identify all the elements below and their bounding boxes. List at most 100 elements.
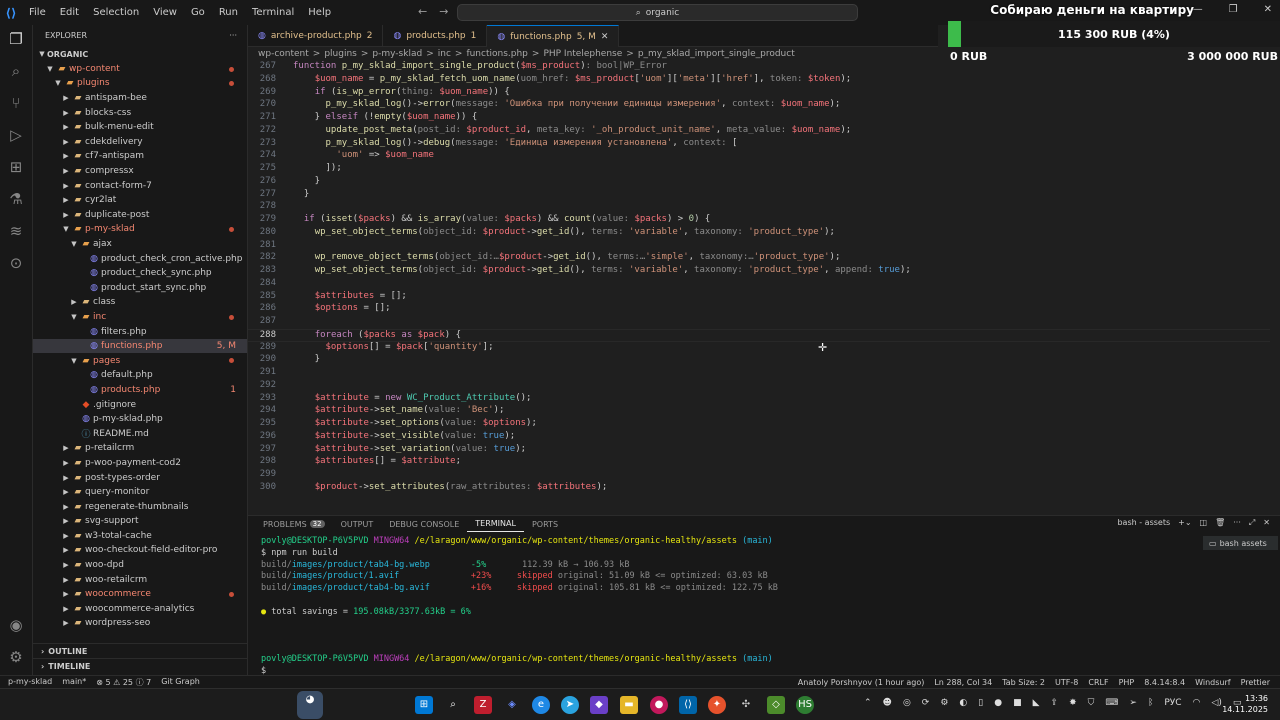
postman-icon[interactable]: ✦	[708, 696, 726, 714]
folder-svg-support[interactable]: ▶ ▰ svg-support	[33, 514, 247, 529]
taskbar-clock[interactable]: 13:36 14.11.2025	[1222, 693, 1268, 715]
extensions-icon[interactable]: ⊞	[6, 157, 26, 177]
menu-item-file[interactable]: File	[22, 7, 53, 18]
windows-start-icon[interactable]: ⊞	[415, 696, 433, 714]
git-gui-icon[interactable]: ◇	[767, 696, 785, 714]
menu-item-terminal[interactable]: Terminal	[245, 7, 301, 18]
breadcrumb-item[interactable]: p_my_sklad_import_single_product	[638, 49, 795, 59]
folder-query-monitor[interactable]: ▶ ▰ query-monitor	[33, 485, 247, 500]
folder-contact-form-7[interactable]: ▶ ▰ contact-form-7	[33, 178, 247, 193]
status-item-right[interactable]: 8.4.14:8.4	[1144, 678, 1185, 687]
file-explorer-icon[interactable]: ▬	[620, 696, 638, 714]
breadcrumb-item[interactable]: p-my-sklad	[372, 49, 422, 59]
panel-tab-output[interactable]: OUTPUT	[333, 516, 382, 532]
folder-cf7-antispam[interactable]: ▶ ▰ cf7-antispam	[33, 149, 247, 164]
antivirus-icon[interactable]: ✸	[1069, 698, 1077, 708]
folder-woo-dpd[interactable]: ▶ ▰ woo-dpd	[33, 558, 247, 573]
status-item-right[interactable]: Ln 288, Col 34	[934, 678, 992, 687]
source-control-icon[interactable]: ⑂	[6, 93, 26, 113]
kill-terminal-icon[interactable]: 🗑	[1215, 518, 1225, 528]
new-terminal-icon[interactable]: +⌄	[1178, 518, 1191, 528]
folder-wordpress-seo[interactable]: ▶ ▰ wordpress-seo	[33, 616, 247, 631]
account-icon[interactable]: ◉	[6, 615, 26, 635]
file-filters.php[interactable]: ◍ filters.php	[33, 324, 247, 339]
status-item-right[interactable]: Anatoly Porshnyov (1 hour ago)	[798, 678, 925, 687]
folder-pages[interactable]: ▼ ▰ pages	[33, 353, 247, 368]
file-functions.php[interactable]: ◍ functions.php 5, M	[33, 338, 247, 354]
status-item-right[interactable]: PHP	[1119, 678, 1135, 687]
explorer-icon[interactable]: ❐	[6, 29, 26, 49]
volume-icon[interactable]: ◁)	[1211, 698, 1221, 708]
status-item-left[interactable]: Git Graph	[161, 677, 200, 688]
discord-icon[interactable]: ☻	[883, 698, 892, 708]
app-tray-icon[interactable]: ■	[1013, 698, 1022, 708]
command-center-search[interactable]: ⌕ organic	[457, 4, 858, 21]
more-actions-icon[interactable]: ···	[229, 31, 237, 40]
terminal-list-item[interactable]: ▭ bash assets	[1203, 536, 1278, 550]
file-products.php[interactable]: ◍ products.php 1	[33, 383, 247, 398]
menu-item-edit[interactable]: Edit	[53, 7, 86, 18]
terminal-output[interactable]: povly@DESKTOP-P6V5PVD MINGW64 /e/laragon…	[261, 536, 1181, 678]
edge-icon[interactable]: e	[532, 696, 550, 714]
folder-woocommerce[interactable]: ▶ ▰ woocommerce	[33, 587, 247, 602]
breadcrumb-item[interactable]: inc	[438, 49, 451, 59]
breadcrumb-item[interactable]: functions.php	[466, 49, 527, 59]
menu-item-run[interactable]: Run	[212, 7, 245, 18]
close-panel-icon[interactable]: ✕	[1263, 518, 1270, 528]
file-product_check_cron_active.php[interactable]: ◍ product_check_cron_active.php	[33, 251, 247, 266]
upload-icon[interactable]: ⇪	[1051, 698, 1059, 708]
breadcrumb-item[interactable]: wp-content	[258, 49, 309, 59]
bluetooth-icon[interactable]: ᛒ	[1148, 698, 1153, 708]
nvidia-icon[interactable]: ◣	[1033, 698, 1040, 708]
folder-wp-content[interactable]: ▼ ▰ wp-content	[33, 62, 247, 77]
folder-cdekdelivery[interactable]: ▶ ▰ cdekdelivery	[33, 135, 247, 150]
settings-icon[interactable]: ⚙	[940, 698, 948, 708]
remote-explorer-icon[interactable]: ⊙	[6, 253, 26, 273]
vpn-icon[interactable]: ◈	[503, 696, 521, 714]
code-editor[interactable]: 267 function p_my_sklad_import_single_pro…	[248, 61, 1280, 511]
wifi-icon[interactable]: ◠	[1193, 698, 1201, 708]
status-item-right[interactable]: UTF-8	[1055, 678, 1078, 687]
app-icon[interactable]: ✣	[737, 696, 755, 714]
folder-cyr2lat[interactable]: ▶ ▰ cyr2lat	[33, 193, 247, 208]
wsl-icon[interactable]: ≋	[6, 221, 26, 241]
obsidian-icon[interactable]: ◆	[590, 696, 608, 714]
folder-post-types-order[interactable]: ▶ ▰ post-types-order	[33, 470, 247, 485]
send-icon[interactable]: ➢	[1129, 698, 1137, 708]
workspace-root[interactable]: ▼ ORGANIC	[33, 47, 247, 62]
folder-bulk-menu-edit[interactable]: ▶ ▰ bulk-menu-edit	[33, 120, 247, 135]
status-item-left[interactable]: main*	[62, 677, 86, 688]
sync-icon[interactable]: ⟳	[922, 698, 930, 708]
tab-archive-product.php[interactable]: ◍ archive-product.php 2	[248, 25, 384, 47]
status-item-right[interactable]: CRLF	[1088, 678, 1108, 687]
testing-icon[interactable]: ⚗	[6, 189, 26, 209]
back-arrow-icon[interactable]: ←	[418, 5, 439, 18]
folder-w3-total-cache[interactable]: ▶ ▰ w3-total-cache	[33, 529, 247, 544]
folder-class[interactable]: ▶ ▰ class	[33, 295, 247, 310]
folder-woo-retailcrm[interactable]: ▶ ▰ woo-retailcrm	[33, 572, 247, 587]
file-product_check_sync.php[interactable]: ◍ product_check_sync.php	[33, 266, 247, 281]
outline-section[interactable]: › OUTLINE	[33, 643, 247, 658]
terminal-shell-label[interactable]: bash - assets	[1117, 518, 1170, 528]
split-terminal-icon[interactable]: ◫	[1200, 518, 1208, 528]
breadcrumb-item[interactable]: plugins	[324, 49, 357, 59]
folder-woocommerce-analytics[interactable]: ▶ ▰ woocommerce-analytics	[33, 602, 247, 617]
status-item-left[interactable]: ⊗ 5 ⚠ 25 ⓘ 7	[96, 677, 151, 688]
panel-tab-debug-console[interactable]: DEBUG CONSOLE	[381, 516, 467, 532]
settings-gear-icon[interactable]: ⚙	[6, 647, 26, 667]
phone-link-icon[interactable]: ▯	[978, 698, 983, 708]
vscode-taskbar-icon[interactable]: ⟨⟩	[679, 696, 697, 714]
more-actions-icon[interactable]: ···	[1233, 518, 1241, 528]
folder-p-my-sklad[interactable]: ▼ ▰ p-my-sklad	[33, 222, 247, 237]
status-item-right[interactable]: Tab Size: 2	[1002, 678, 1045, 687]
keyboard-icon[interactable]: ⌨	[1105, 698, 1118, 708]
file-p-my-sklad.php[interactable]: ◍ p-my-sklad.php	[33, 412, 247, 427]
folder-inc[interactable]: ▼ ▰ inc	[33, 310, 247, 325]
maximize-panel-icon[interactable]: ⤢	[1249, 518, 1255, 528]
steam-icon[interactable]: ◐	[959, 698, 967, 708]
menu-item-go[interactable]: Go	[184, 7, 212, 18]
github-icon[interactable]: ◎	[903, 698, 911, 708]
menu-item-view[interactable]: View	[146, 7, 184, 18]
close-tab-icon[interactable]: ✕	[601, 32, 609, 42]
filezilla-icon[interactable]: Z	[474, 696, 492, 714]
